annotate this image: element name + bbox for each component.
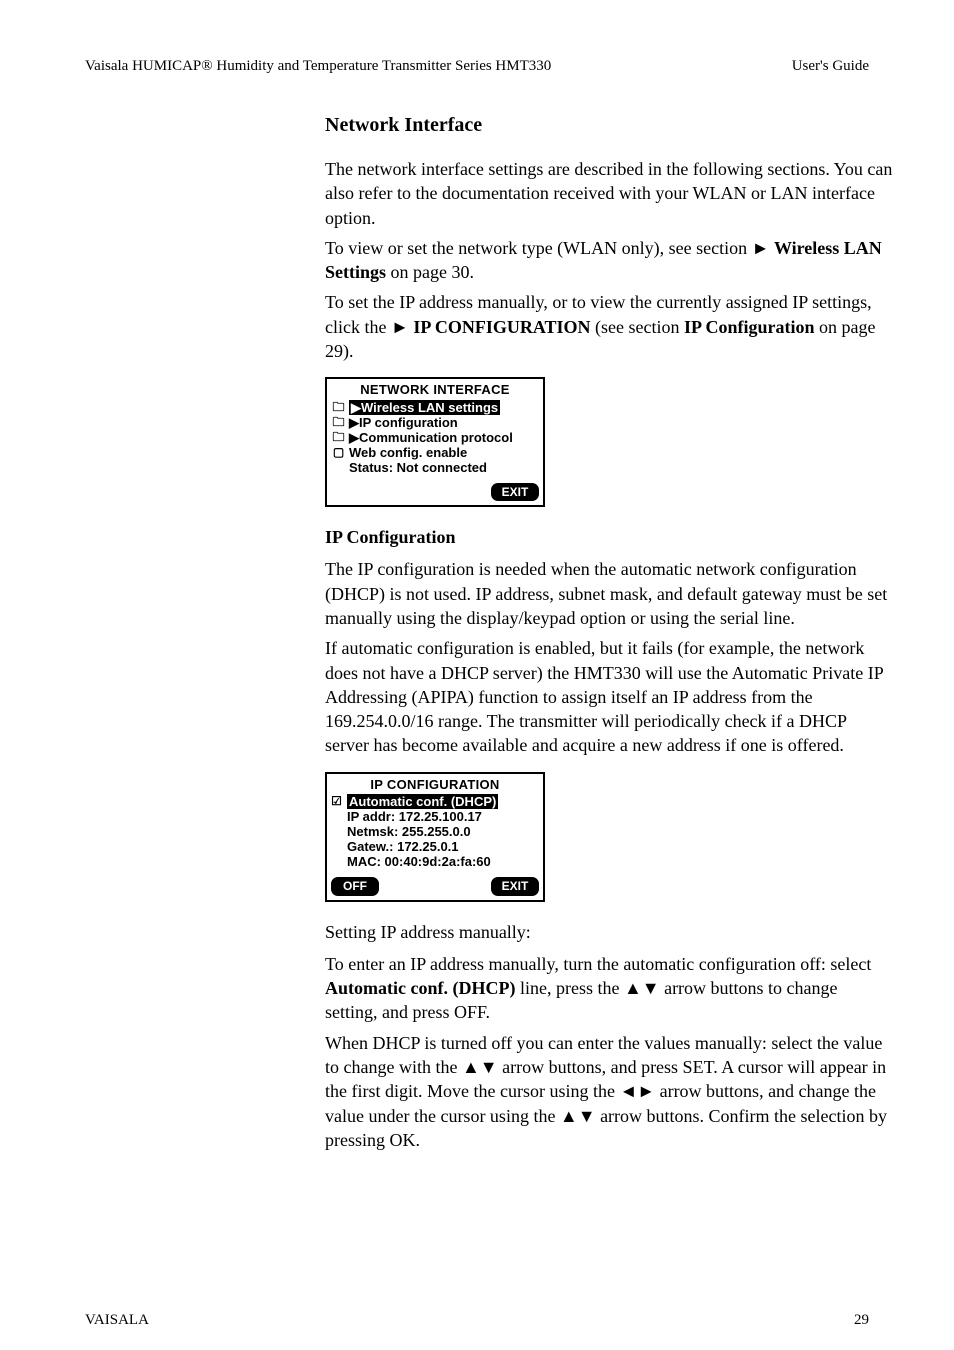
lcd-ip-configuration: IP CONFIGURATION ☑ Automatic conf. (DHCP… xyxy=(325,772,545,902)
off-button[interactable]: OFF xyxy=(331,877,379,895)
bold-automatic-conf: Automatic conf. (DHCP) xyxy=(325,978,515,998)
row-label: MAC: 00:40:9d:2a:fa:60 xyxy=(347,854,491,869)
subheading-ip-configuration: IP Configuration xyxy=(325,525,894,549)
text: (see section xyxy=(591,317,684,337)
lcd-button-bar: OFF EXIT xyxy=(327,871,543,899)
row-label: Netmsk: 255.255.0.0 xyxy=(347,824,471,839)
ipconf-paragraph-2: If automatic configuration is enabled, b… xyxy=(325,636,894,757)
setting-step-2: When DHCP is turned off you can enter th… xyxy=(325,1031,894,1152)
right-arrow-icon: ▶ xyxy=(351,400,361,415)
exit-button[interactable]: EXIT xyxy=(491,877,539,895)
intro-paragraph-2: To view or set the network type (WLAN on… xyxy=(325,236,894,285)
field-gateway[interactable]: Gatew.: 172.25.0.1 xyxy=(330,839,540,854)
section-heading-network-interface: Network Interface xyxy=(325,112,894,139)
menu-item-communication-protocol[interactable]: 🗀 ▶Communication protocol xyxy=(330,430,540,445)
folder-icon: 🗀 xyxy=(332,400,345,415)
bold-ip-configuration: IP CONFIGURATION xyxy=(413,317,590,337)
text: To enter an IP address manually, turn th… xyxy=(325,954,871,974)
row-label: Wireless LAN settings xyxy=(361,400,498,415)
right-arrow-icon: ► xyxy=(391,317,409,337)
row-label: IP addr: 172.25.100.17 xyxy=(347,809,482,824)
folder-icon: 🗀 xyxy=(332,430,345,445)
lcd-network-interface: NETWORK INTERFACE 🗀 ▶Wireless LAN settin… xyxy=(325,377,545,507)
menu-item-ip-configuration[interactable]: 🗀 ▶IP configuration xyxy=(330,415,540,430)
field-ip-addr[interactable]: IP addr: 172.25.100.17 xyxy=(330,809,540,824)
right-arrow-icon: ▶ xyxy=(349,430,359,445)
exit-button[interactable]: EXIT xyxy=(491,483,539,501)
checkbox-empty-icon: ▢ xyxy=(332,445,345,460)
menu-item-web-config-enable[interactable]: ▢ Web config. enable xyxy=(330,445,540,460)
field-mac: MAC: 00:40:9d:2a:fa:60 xyxy=(330,854,540,869)
ipconf-paragraph-1: The IP configuration is needed when the … xyxy=(325,557,894,630)
row-label: Communication protocol xyxy=(359,430,513,445)
header-left: Vaisala HUMICAP® Humidity and Temperatur… xyxy=(85,56,551,76)
row-label: Web config. enable xyxy=(349,445,467,460)
field-netmask[interactable]: Netmsk: 255.255.0.0 xyxy=(330,824,540,839)
right-arrow-icon: ► xyxy=(752,238,770,258)
checkbox-checked-icon: ☑ xyxy=(330,794,343,809)
lcd-content: 🗀 ▶Wireless LAN settings 🗀 ▶IP configura… xyxy=(327,400,543,477)
footer-page-number: 29 xyxy=(854,1310,869,1330)
row-label: Status: Not connected xyxy=(349,460,487,475)
right-arrow-icon: ▶ xyxy=(349,415,359,430)
subheading-setting-ip-manually: Setting IP address manually: xyxy=(325,920,894,944)
text: on page 30. xyxy=(386,262,474,282)
lcd-title: IP CONFIGURATION xyxy=(327,774,543,795)
header-right: User's Guide xyxy=(792,56,869,76)
folder-icon: 🗀 xyxy=(332,415,345,430)
row-label: Gatew.: 172.25.0.1 xyxy=(347,839,459,854)
intro-paragraph-1: The network interface settings are descr… xyxy=(325,157,894,230)
lcd-content: ☑ Automatic conf. (DHCP) IP addr: 172.25… xyxy=(327,794,543,871)
page: Vaisala HUMICAP® Humidity and Temperatur… xyxy=(0,0,954,1350)
text: To view or set the network type (WLAN on… xyxy=(325,238,752,258)
status-row: Status: Not connected xyxy=(330,460,540,475)
setting-step-1: To enter an IP address manually, turn th… xyxy=(325,952,894,1025)
menu-item-wireless-lan[interactable]: 🗀 ▶Wireless LAN settings xyxy=(330,400,540,415)
row-label: Automatic conf. (DHCP) xyxy=(347,794,498,809)
menu-item-automatic-conf[interactable]: ☑ Automatic conf. (DHCP) xyxy=(330,794,540,809)
row-label: IP configuration xyxy=(359,415,458,430)
lcd-button-bar: EXIT xyxy=(327,477,543,505)
footer-left: VAISALA xyxy=(85,1310,149,1330)
lcd-title: NETWORK INTERFACE xyxy=(327,379,543,400)
link-ip-configuration: IP Configuration xyxy=(684,317,815,337)
intro-paragraph-3: To set the IP address manually, or to vi… xyxy=(325,290,894,363)
